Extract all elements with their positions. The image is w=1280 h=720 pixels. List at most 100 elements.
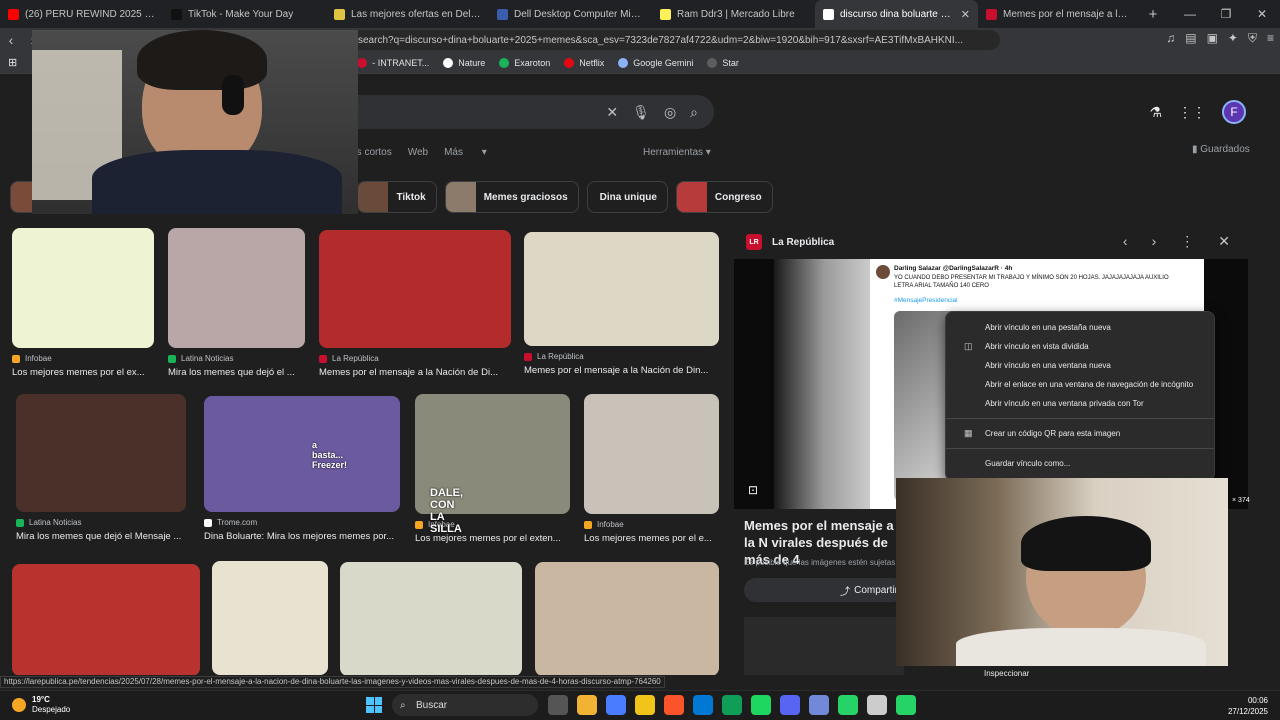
result-image[interactable] — [12, 228, 154, 348]
taskbar-app-2[interactable] — [606, 695, 626, 715]
menu-item-4[interactable]: Abrir vínculo en una ventana privada con… — [946, 394, 1214, 413]
search-icon[interactable]: ⌕ — [690, 104, 698, 121]
bookmark-0[interactable]: - INTRANET... — [357, 57, 429, 68]
tools-button[interactable]: Herramientas ▾ — [643, 147, 711, 158]
result-title[interactable]: Memes por el mensaje a la Nación de Din.… — [524, 365, 719, 376]
taskbar-search[interactable]: ⌕ Buscar — [392, 694, 538, 716]
close-panel-icon[interactable]: ✕ — [1218, 233, 1230, 250]
image-result[interactable] — [12, 564, 200, 675]
result-title[interactable]: Dina Boluarte: Mira los mejores memes po… — [204, 531, 400, 542]
taskbar-app-9[interactable] — [809, 695, 829, 715]
filter-web[interactable]: Web — [408, 147, 428, 158]
result-title[interactable]: Los mejores memes por el e... — [584, 533, 719, 544]
tab-5[interactable]: discurso dina boluarte 2025 me ✕ — [815, 0, 978, 28]
result-image[interactable] — [168, 228, 305, 348]
image-result[interactable] — [340, 562, 522, 675]
share-button[interactable]: ⤴ Compartir — [744, 578, 904, 602]
lens-search-icon[interactable]: ⊡ — [748, 483, 758, 497]
result-image[interactable] — [212, 561, 328, 675]
clock[interactable]: 00:06 27/12/2025 — [1228, 695, 1268, 717]
ai-icon[interactable]: ✦ — [1228, 31, 1238, 46]
next-icon[interactable]: › — [1152, 233, 1157, 250]
chip-5[interactable]: Dina unique — [586, 181, 668, 213]
result-image[interactable] — [524, 232, 719, 346]
maximize-icon[interactable]: ❐ — [1208, 7, 1244, 21]
panel-source[interactable]: LR La República — [746, 234, 834, 250]
chip-3[interactable]: Tiktok — [357, 181, 437, 213]
menu-item-6[interactable]: Guardar vínculo como... — [946, 454, 1214, 473]
close-window-icon[interactable]: ✕ — [1244, 7, 1280, 21]
image-result[interactable]: Infobae Los mejores memes por el e... — [584, 394, 719, 544]
menu-item-2[interactable]: Abrir vínculo en una ventana nueva — [946, 356, 1214, 375]
menu-item-3[interactable]: Abrir el enlace en una ventana de navega… — [946, 375, 1214, 394]
tab-2[interactable]: Las mejores ofertas en Dell Intel Core — [326, 0, 489, 28]
taskbar-app-4[interactable] — [664, 695, 684, 715]
labs-icon[interactable]: ⚗ — [1149, 104, 1162, 121]
clear-icon[interactable]: ✕ — [606, 104, 618, 121]
result-image[interactable] — [584, 394, 719, 514]
taskbar-app-0[interactable] — [548, 695, 568, 715]
result-image[interactable] — [535, 562, 719, 675]
apps-icon[interactable]: ⋮⋮ — [1178, 104, 1206, 121]
image-result[interactable]: Latina Noticias Mira los memes que dejó e… — [16, 394, 186, 542]
taskbar-app-10[interactable] — [838, 695, 858, 715]
bookmark-5[interactable]: Star — [707, 57, 739, 68]
taskbar-app-5[interactable] — [693, 695, 713, 715]
menu-icon[interactable]: ≡ — [1267, 31, 1274, 46]
menu-item-0[interactable]: Abrir vínculo en una pestaña nueva — [946, 318, 1214, 337]
image-result[interactable] — [535, 562, 719, 675]
image-result[interactable]: Trome.com Dina Boluarte: Mira los mejores… — [204, 396, 400, 542]
bookmark-3[interactable]: Netflix — [564, 57, 604, 68]
chip-4[interactable]: Memes graciosos — [444, 181, 579, 213]
bookmark-4[interactable]: Google Gemini — [618, 57, 693, 68]
saved-button[interactable]: ▮ Guardados — [1192, 144, 1250, 155]
result-image[interactable] — [340, 562, 522, 675]
tab-0[interactable]: (26) PERU REWIND 2025 - YouTube — [0, 0, 163, 28]
result-image[interactable] — [319, 230, 511, 348]
minimize-icon[interactable]: — — [1172, 7, 1208, 21]
related-thumbnail[interactable] — [744, 617, 904, 675]
wallet-icon[interactable]: ▣ — [1207, 31, 1218, 46]
search-input[interactable]: ✕ 🎙 ◎ ⌕ — [340, 95, 714, 129]
avatar[interactable]: F — [1222, 100, 1246, 124]
bookmark-2[interactable]: Exaroton — [499, 57, 550, 68]
image-result[interactable]: Latina Noticias Mira los memes que dejó e… — [168, 228, 305, 378]
weather-widget[interactable]: 19°C Despejado — [12, 695, 70, 715]
tab-3[interactable]: Dell Desktop Computer Mini Pc Intel — [489, 0, 652, 28]
result-title[interactable]: Mira los memes que dejó el Mensaje ... — [16, 531, 186, 542]
back-icon[interactable]: ‹ — [0, 32, 22, 48]
shield-icon[interactable]: ⛨ — [1248, 31, 1257, 46]
apps-grid-icon[interactable]: ⊞ — [8, 56, 17, 69]
tab-6[interactable]: Memes por el mensaje a la Nación d — [978, 0, 1141, 28]
close-tab-icon[interactable]: ✕ — [961, 8, 970, 21]
windows-start-icon[interactable] — [366, 697, 382, 713]
prev-icon[interactable]: ‹ — [1123, 233, 1128, 250]
image-result[interactable]: Infobae Los mejores memes por el ex... — [12, 228, 154, 378]
new-tab-icon[interactable]: + — [1141, 6, 1165, 23]
taskbar-app-7[interactable] — [751, 695, 771, 715]
filter-more[interactable]: Más ▾ — [444, 147, 487, 158]
address-bar[interactable]: search?q=discurso+dina+boluarte+2025+mem… — [310, 30, 1000, 50]
image-result[interactable] — [212, 561, 328, 675]
menu-item-1[interactable]: ◫ Abrir vínculo en vista dividida — [946, 337, 1214, 356]
taskbar-app-11[interactable] — [867, 695, 887, 715]
taskbar-app-6[interactable] — [722, 695, 742, 715]
menu-item-inspect[interactable]: Inspeccionar — [984, 669, 1029, 678]
result-title[interactable]: Mira los memes que dejó el ... — [168, 367, 305, 378]
taskbar-app-1[interactable] — [577, 695, 597, 715]
chip-6[interactable]: Congreso — [675, 181, 773, 213]
result-title[interactable]: Los mejores memes por el ex... — [12, 367, 154, 378]
music-icon[interactable]: ♫ — [1166, 31, 1175, 46]
taskbar-app-8[interactable] — [780, 695, 800, 715]
result-image[interactable] — [12, 564, 200, 675]
lens-icon[interactable]: ◎ — [664, 104, 676, 121]
result-image[interactable] — [16, 394, 186, 512]
tab-4[interactable]: Ram Ddr3 | Mercado Libre — [652, 0, 815, 28]
taskbar-app-12[interactable] — [896, 695, 916, 715]
image-result[interactable]: La República Memes por el mensaje a la Na… — [524, 232, 719, 376]
image-result[interactable]: La República Memes por el mensaje a la Na… — [319, 230, 511, 378]
taskbar-app-3[interactable] — [635, 695, 655, 715]
result-image[interactable] — [204, 396, 400, 512]
result-title[interactable]: Memes por el mensaje a la Nación de Di..… — [319, 367, 511, 378]
mic-icon[interactable]: 🎙 — [632, 104, 650, 121]
